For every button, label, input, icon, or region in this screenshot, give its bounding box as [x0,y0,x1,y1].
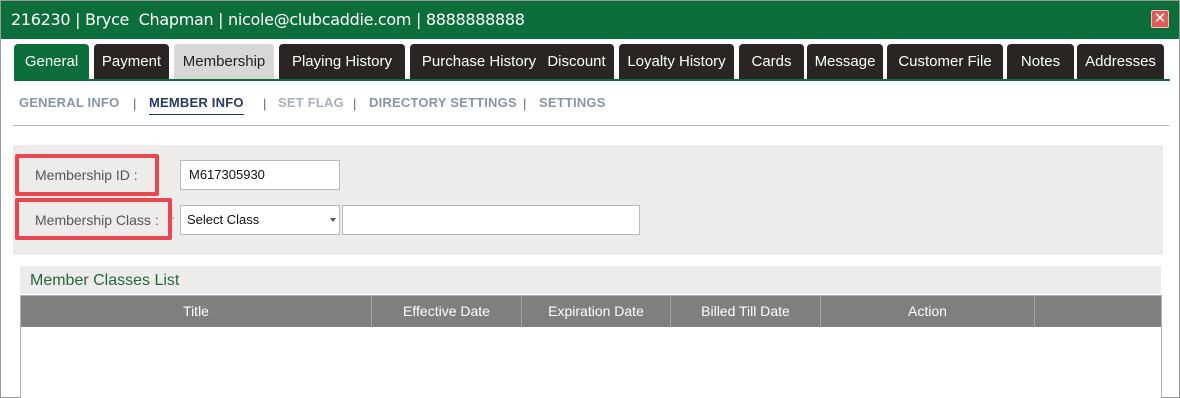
tab-underline [14,79,1170,81]
membership-class-label: Membership Class : [35,212,159,228]
subnav-separator: | [353,96,357,111]
window-title: 216230 | Bryce Chapman | nicole@clubcadd… [11,10,525,29]
chevron-down-icon [330,218,336,222]
table-header: Title Effective Date Expiration Date Bil… [21,296,1161,327]
subnav-separator: | [133,96,137,111]
column-action[interactable]: Action [821,296,1035,327]
subnav-set-flag[interactable]: SET FLAG [278,95,344,110]
tab-discount[interactable]: Discount [539,44,614,79]
subnav-settings[interactable]: SETTINGS [539,95,606,110]
close-button[interactable]: ✕ [1151,10,1169,28]
tab-purchase-history[interactable]: Purchase History [410,44,548,79]
column-effective-date[interactable]: Effective Date [372,296,522,327]
subnav-separator: | [523,96,527,111]
tab-message[interactable]: Message [807,44,883,79]
membership-id-label: Membership ID : [35,167,138,183]
membership-id-field[interactable]: M617305930 [180,160,340,190]
tab-notes[interactable]: Notes [1007,44,1074,79]
subnav-member-info[interactable]: MEMBER INFO [149,95,244,115]
member-classes-table: Title Effective Date Expiration Date Bil… [20,295,1162,398]
tab-cards[interactable]: Cards [739,44,804,79]
title-bar: 216230 | Bryce Chapman | nicole@clubcadd… [1,1,1179,39]
subnav-separator: | [263,96,267,111]
close-icon: ✕ [1153,9,1167,27]
tab-membership[interactable]: Membership [174,44,274,80]
subnav-directory-settings[interactable]: DIRECTORY SETTINGS [369,95,517,110]
membership-class-text-field[interactable] [342,205,640,235]
column-title[interactable]: Title [21,296,372,327]
customer-dialog: 216230 | Bryce Chapman | nicole@clubcadd… [0,0,1180,398]
tab-general[interactable]: General [14,44,89,81]
field-marker: · [171,209,176,225]
member-classes-header: Member Classes List [20,266,1161,294]
tab-playing-history[interactable]: Playing History [279,44,405,79]
membership-class-select[interactable]: Select Class [180,205,340,235]
subnav-divider [13,125,1169,126]
membership-class-selected: Select Class [187,212,260,227]
tab-loyalty-history[interactable]: Loyalty History [619,44,734,79]
column-extra [1035,296,1161,327]
subnav-general-info[interactable]: GENERAL INFO [19,95,119,110]
member-classes-title: Member Classes List [30,272,180,289]
column-billed-till-date[interactable]: Billed Till Date [671,296,821,327]
tab-customer-file[interactable]: Customer File [887,44,1003,79]
column-expiration-date[interactable]: Expiration Date [522,296,671,327]
tab-addresses[interactable]: Addresses [1077,44,1164,79]
tab-payment[interactable]: Payment [94,44,169,79]
